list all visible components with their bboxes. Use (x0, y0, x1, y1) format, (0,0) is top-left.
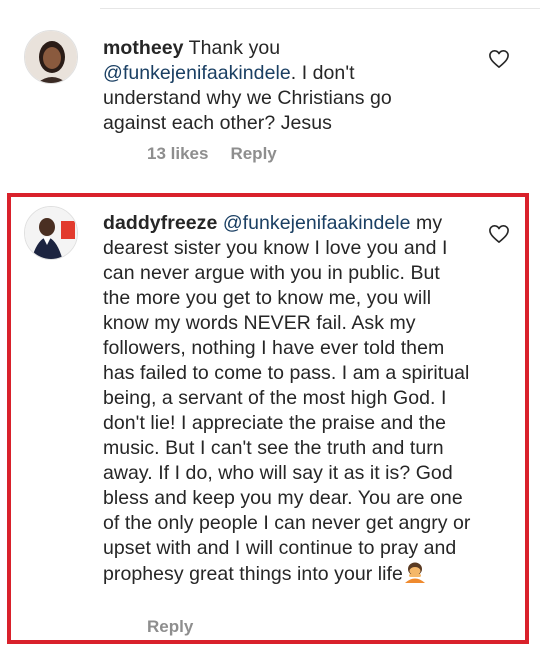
comment-body: daddyfreeze @funkejenifaakindele my dear… (103, 211, 471, 587)
heart-icon[interactable] (488, 224, 510, 244)
top-divider (100, 8, 540, 9)
comment-meta: Reply (147, 617, 215, 637)
comment-username[interactable]: motheey (103, 37, 184, 59)
comment-username[interactable]: daddyfreeze (103, 212, 217, 234)
avatar[interactable] (24, 206, 78, 260)
comment-text-before: Thank you (183, 37, 281, 59)
reply-button[interactable]: Reply (230, 144, 276, 163)
comment-text-after: my dearest sister you know I love you an… (103, 212, 471, 585)
comment-body: motheey Thank you @funkejenifaakindele. … (103, 36, 443, 136)
heart-icon[interactable] (488, 49, 510, 69)
mention-link[interactable]: @funkejenifaakindele (223, 212, 411, 234)
reply-button[interactable]: Reply (147, 617, 193, 636)
mention-link[interactable]: @funkejenifaakindele (103, 62, 291, 84)
likes-count[interactable]: 13 likes (147, 144, 208, 163)
avatar[interactable] (24, 30, 78, 84)
comment-meta: 13 likes Reply (147, 144, 299, 164)
person-bowing-emoji (404, 562, 425, 583)
